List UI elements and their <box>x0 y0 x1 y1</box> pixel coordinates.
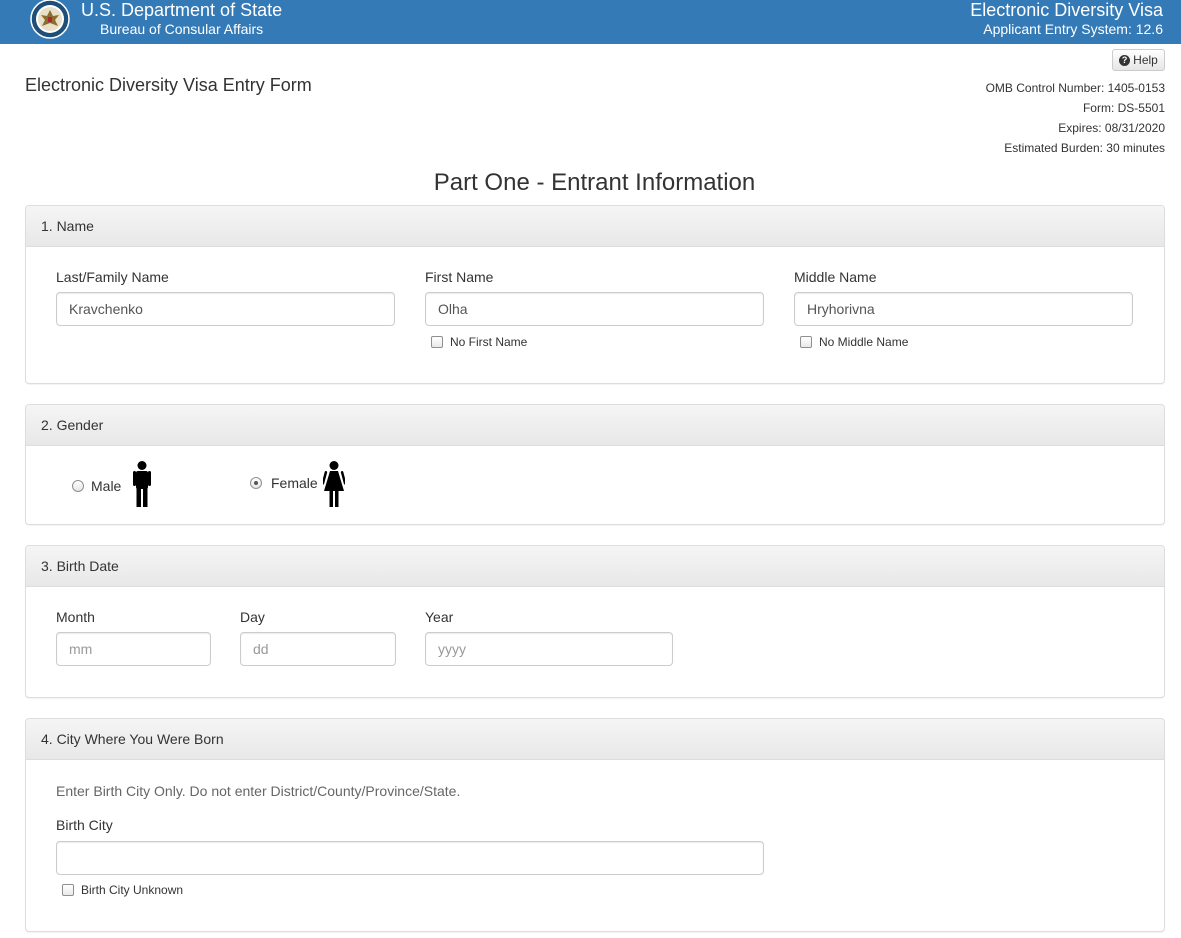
system-version: Applicant Entry System: 12.6 <box>983 21 1163 37</box>
no-first-name-label: No First Name <box>450 335 528 349</box>
birth-city-panel: 4. City Where You Were Born Enter Birth … <box>25 718 1165 932</box>
first-name-input[interactable] <box>425 292 764 326</box>
day-label: Day <box>240 609 265 625</box>
birth-city-input[interactable] <box>56 841 764 875</box>
help-button-label: Help <box>1133 53 1158 67</box>
female-radio[interactable] <box>250 477 262 489</box>
female-label: Female <box>271 475 318 491</box>
birth-day-input[interactable] <box>240 632 396 666</box>
first-name-label: First Name <box>425 269 494 285</box>
help-button[interactable]: ? Help <box>1112 49 1165 71</box>
middle-name-label: Middle Name <box>794 269 877 285</box>
birth-city-label: Birth City <box>56 817 113 833</box>
male-label: Male <box>91 478 122 494</box>
month-label: Month <box>56 609 95 625</box>
no-middle-name-label: No Middle Name <box>819 335 909 349</box>
last-name-input[interactable] <box>56 292 395 326</box>
system-title: Electronic Diversity Visa <box>970 0 1163 20</box>
state-department-seal-icon <box>30 0 70 39</box>
middle-name-input[interactable] <box>794 292 1133 326</box>
birth-city-panel-heading: 4. City Where You Were Born <box>26 719 1164 760</box>
name-panel-heading: 1. Name <box>26 206 1164 247</box>
gender-panel: 2. Gender Male Female <box>25 404 1165 525</box>
no-middle-name-checkbox[interactable] <box>800 336 812 348</box>
gender-panel-heading: 2. Gender <box>26 405 1164 446</box>
birth-city-unknown-label: Birth City Unknown <box>81 883 184 897</box>
female-figure-icon <box>323 461 345 507</box>
birth-year-input[interactable] <box>425 632 673 666</box>
birth-date-panel-heading: 3. Birth Date <box>26 546 1164 587</box>
name-panel: 1. Name Last/Family Name First Name No F… <box>25 205 1165 384</box>
male-figure-icon <box>133 461 151 507</box>
omb-burden: Estimated Burden: 30 minutes <box>1004 141 1165 155</box>
omb-expires: Expires: 08/31/2020 <box>1058 121 1165 135</box>
omb-form-number: Form: DS-5501 <box>1082 101 1165 115</box>
birth-city-unknown-checkbox[interactable] <box>62 884 74 896</box>
birth-city-instruction: Enter Birth City Only. Do not enter Dist… <box>56 783 461 799</box>
part-title: Part One - Entrant Information <box>433 169 756 196</box>
omb-control-number: OMB Control Number: 1405-0153 <box>985 81 1165 95</box>
site-header: U.S. Department of State Bureau of Consu… <box>0 0 1181 44</box>
bureau-subtitle: Bureau of Consular Affairs <box>100 21 264 37</box>
omb-info: OMB Control Number: 1405-0153 Form: DS-5… <box>986 78 1165 158</box>
department-title: U.S. Department of State <box>81 0 283 20</box>
year-label: Year <box>425 609 454 625</box>
last-name-label: Last/Family Name <box>56 269 169 285</box>
birth-month-input[interactable] <box>56 632 211 666</box>
male-radio[interactable] <box>72 480 84 492</box>
birth-date-panel: 3. Birth Date Month Day Year <box>25 545 1165 698</box>
form-title: Electronic Diversity Visa Entry Form <box>25 75 312 95</box>
no-first-name-checkbox[interactable] <box>431 336 443 348</box>
question-circle-icon: ? <box>1119 54 1131 66</box>
